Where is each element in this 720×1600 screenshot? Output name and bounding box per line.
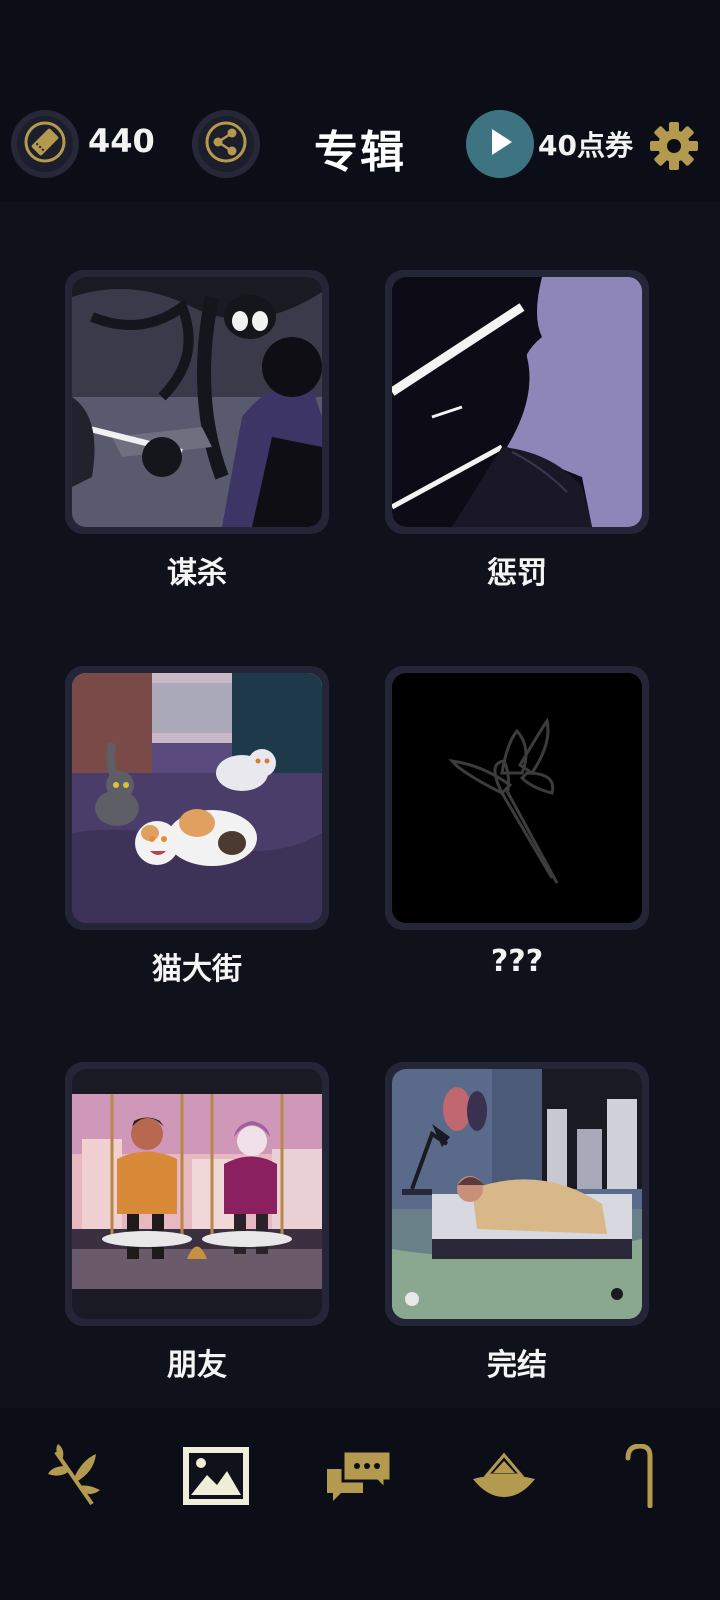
points-label: 40点券 — [538, 129, 633, 162]
chat-icon — [327, 1449, 393, 1507]
top-bar: 440 专辑 40点券 — [0, 100, 720, 202]
album-cover-image — [392, 1069, 642, 1319]
album-card-friends[interactable] — [65, 1062, 329, 1326]
album-card-cat-street[interactable] — [65, 666, 329, 930]
nav-item-chat[interactable] — [320, 1438, 400, 1518]
bottom-navigation — [0, 1408, 720, 1600]
album-card-ending[interactable] — [385, 1062, 649, 1326]
nav-item-hat[interactable] — [464, 1438, 544, 1518]
nav-item-gallery[interactable] — [176, 1438, 256, 1518]
album-title: 猫大街 — [152, 952, 242, 987]
gallery-icon — [183, 1447, 249, 1509]
album-cover-image — [72, 277, 322, 527]
settings-button[interactable] — [648, 120, 700, 172]
album-cover-image — [392, 277, 642, 527]
nav-item-cane[interactable] — [600, 1438, 680, 1518]
branch-icon — [44, 1444, 104, 1512]
album-cover-image — [72, 673, 322, 923]
cane-icon — [620, 1443, 660, 1512]
watch-ad-button[interactable] — [466, 110, 534, 178]
album-title: ??? — [490, 944, 544, 979]
nav-item-branch[interactable] — [34, 1438, 114, 1518]
play-icon — [483, 125, 517, 163]
album-cover-image — [392, 673, 642, 923]
album-title: 惩罚 — [487, 556, 547, 591]
album-title: 谋杀 — [167, 556, 227, 591]
album-card-punishment[interactable] — [385, 270, 649, 534]
album-title: 朋友 — [167, 1348, 227, 1383]
album-cover-image — [72, 1069, 322, 1319]
hat-icon — [471, 1451, 537, 1505]
album-card-murder[interactable] — [65, 270, 329, 534]
gear-icon — [648, 122, 700, 176]
album-title: 完结 — [487, 1348, 547, 1383]
status-bar — [0, 0, 720, 100]
album-card-locked[interactable] — [385, 666, 649, 930]
